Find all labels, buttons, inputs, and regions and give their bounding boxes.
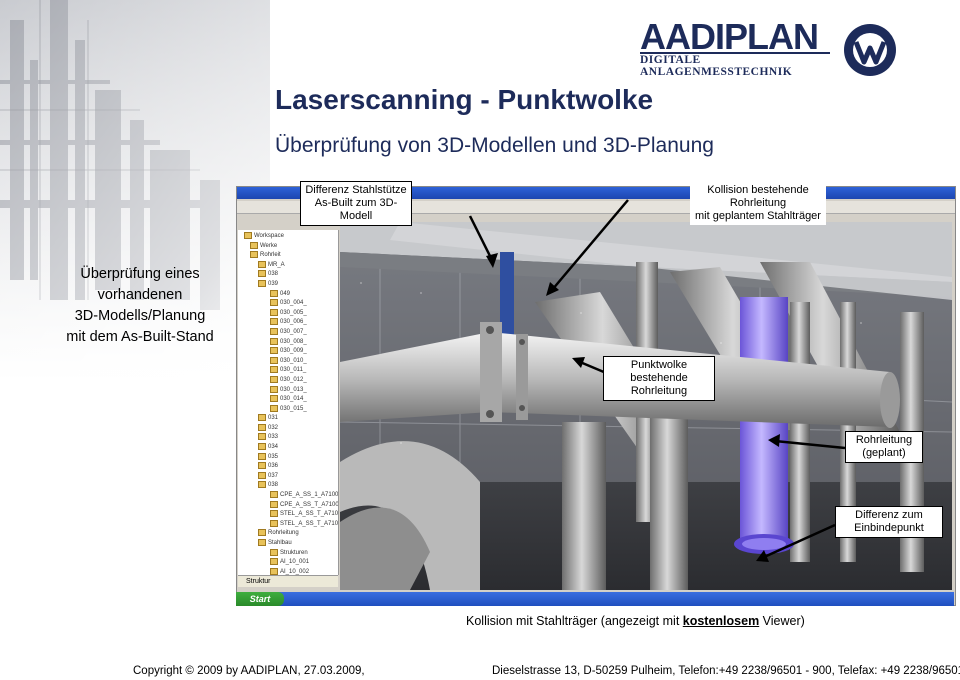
callout-kollision-line2: Rohrleitung — [729, 197, 787, 209]
callout-stahl-line2: As-Built zum 3D-Modell — [314, 197, 398, 222]
caption-post: Viewer) — [759, 614, 805, 628]
callout-kollision-line1: Kollision bestehende — [707, 184, 809, 196]
footer-address: Dieselstrasse 13, D-50259 Pulheim, Telef… — [492, 665, 960, 677]
callout-stahl-line1: Differenz Stahlstütze — [305, 184, 407, 196]
caption-pre: Kollision mit Stahlträger (angezeigt mit — [466, 614, 683, 628]
caption-emphasis: kostenlosem — [682, 614, 760, 628]
callout-punkt-line2: bestehende — [630, 372, 688, 384]
callout-punkt-line1: Punktwolke — [630, 359, 688, 371]
callout-punkt-line3: Rohrleitung — [630, 385, 688, 397]
callout-rohr-line1: Rohrleitung — [855, 434, 913, 446]
callout-rohr-line2: (geplant) — [862, 447, 906, 459]
callout-left-line3: 3D-Modells/Planung — [74, 308, 206, 324]
callout-diff-line1: Differenz zum — [855, 509, 923, 521]
callout-left-line4: mit dem As-Built-Stand — [66, 329, 214, 345]
callout-left-line1: Überprüfung eines — [80, 266, 200, 282]
callout-kollision: Kollision bestehende Rohrleitung mit gep… — [690, 182, 826, 225]
callout-diff-line2: Einbindepunkt — [854, 522, 924, 534]
callout-punktwolke: Punktwolke bestehende Rohrleitung — [603, 356, 715, 401]
callout-kollision-line3: mit geplantem Stahlträger — [695, 210, 821, 222]
callout-differenz-einbindepunkt: Differenz zum Einbindepunkt — [835, 506, 943, 538]
callout-ueberpruefung: Überprüfung eines vorhandenen 3D-Modells… — [60, 264, 220, 348]
callout-rohrleitung-geplant: Rohrleitung (geplant) — [845, 431, 923, 463]
footer-copyright: Copyright © 2009 by AADIPLAN, 27.03.2009… — [133, 665, 365, 677]
callout-left-line2: vorhandenen — [97, 287, 183, 303]
callout-stahlstuetze: Differenz Stahlstütze As-Built zum 3D-Mo… — [300, 181, 412, 226]
image-caption: Kollision mit Stahlträger (angezeigt mit… — [466, 614, 805, 628]
